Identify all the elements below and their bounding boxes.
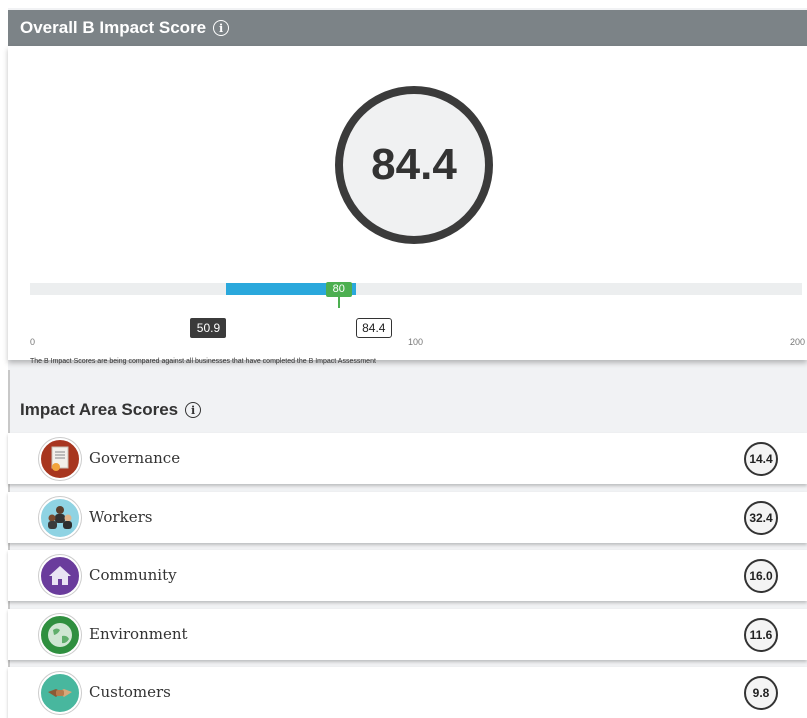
score-scale-track xyxy=(30,283,802,295)
median-stem xyxy=(337,297,340,308)
range-low-label: 50.9 xyxy=(190,318,227,338)
page: Overall B Impact Score i 84.4 80 50.9 84… xyxy=(8,8,807,718)
impact-area-score: 32.4 xyxy=(744,501,778,535)
scale-tick-max: 200 xyxy=(790,337,806,347)
impact-area-row-community[interactable]: Community 16.0 xyxy=(8,550,807,601)
impact-area-title: Impact Area Scores xyxy=(20,400,179,419)
company-score-label: 84.4 xyxy=(355,318,392,338)
scale-tick-mid: 100 xyxy=(408,337,424,347)
impact-area-name: Environment xyxy=(89,625,188,643)
impact-area-name: Community xyxy=(89,566,177,584)
impact-area-score: 16.0 xyxy=(744,559,778,593)
impact-area-header: Impact Area Scores i xyxy=(8,386,807,434)
overall-score-title: Overall B Impact Score xyxy=(20,18,207,37)
overall-score-value: 84.4 xyxy=(335,86,493,244)
info-icon[interactable]: i xyxy=(213,20,230,36)
impact-area-row-customers[interactable]: Customers 9.8 xyxy=(8,667,807,718)
comparison-note: The B Impact Scores are being compared a… xyxy=(30,358,376,365)
median-marker: 80 xyxy=(325,282,352,297)
impact-area-name: Governance xyxy=(89,449,181,467)
workers-people-icon xyxy=(39,497,81,539)
scale-tick-min: 0 xyxy=(30,337,36,347)
customers-handshake-icon xyxy=(39,672,81,714)
impact-area-row-environment[interactable]: Environment 11.6 xyxy=(8,609,807,660)
governance-document-icon xyxy=(39,438,81,480)
impact-area-score: 9.8 xyxy=(744,676,778,710)
impact-area-score: 14.4 xyxy=(744,442,778,476)
impact-area-score: 11.6 xyxy=(744,618,778,652)
overall-score-card: 84.4 80 50.9 84.4 0 100 200 The B Impact… xyxy=(8,46,807,365)
impact-area-row-governance[interactable]: Governance 14.4 xyxy=(8,433,807,484)
overall-score-header: Overall B Impact Score i xyxy=(8,10,807,46)
community-house-icon xyxy=(39,555,81,597)
impact-area-name: Customers xyxy=(89,683,171,701)
impact-area-name: Workers xyxy=(89,508,153,526)
impact-area-row-workers[interactable]: Workers 32.4 xyxy=(8,492,807,543)
environment-globe-icon xyxy=(39,614,81,656)
info-icon[interactable]: i xyxy=(185,402,202,418)
